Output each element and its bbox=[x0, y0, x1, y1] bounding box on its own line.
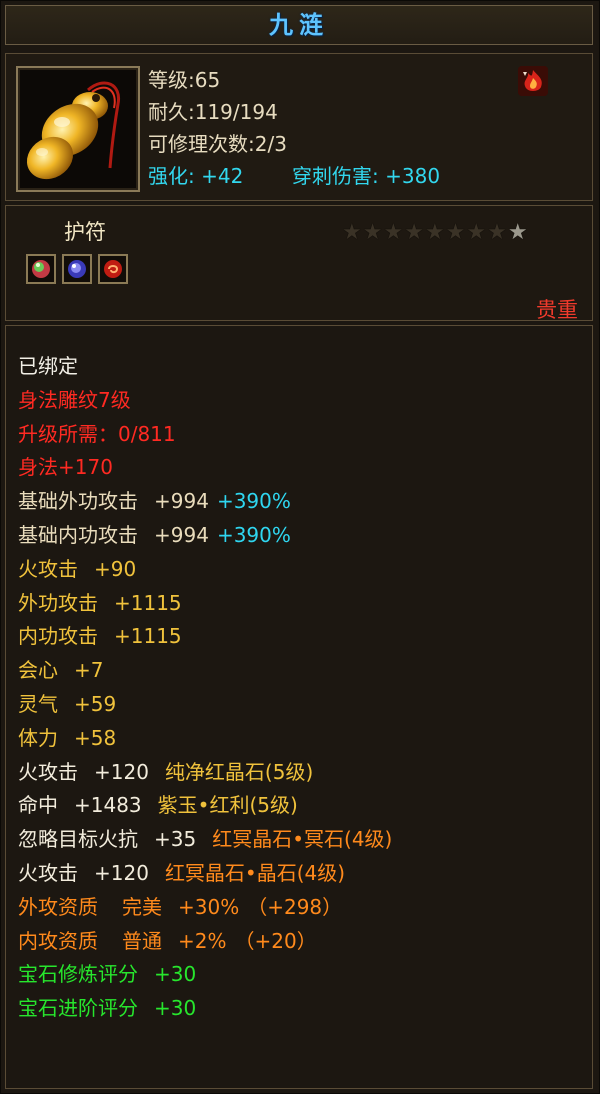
repair-count-text: 可修理次数:2/3 bbox=[148, 132, 287, 156]
star-icon: ★ bbox=[487, 220, 507, 245]
pierce-value: +380 bbox=[385, 164, 441, 188]
item-type-row: 护符 ★ ★ ★ ★ ★ ★ ★ ★ ★ 贵重 bbox=[5, 205, 593, 322]
bound-status: 已绑定 bbox=[18, 354, 78, 378]
external-attack: 外功攻击 +1115 bbox=[18, 590, 182, 615]
enhance-row: 强化: +42 穿刺伤害: +380 bbox=[148, 160, 440, 192]
item-stats: 等级:65 耐久:119/194 可修理次数:2/3 强化: +42 穿刺伤害:… bbox=[148, 64, 440, 192]
upgrade-requirement: 升级所需：0/811 bbox=[18, 421, 176, 446]
item-type: 护符 bbox=[64, 220, 106, 244]
strengthen-label: 强化: bbox=[148, 164, 195, 188]
item-name: 九涟 bbox=[269, 11, 329, 39]
title-bar: 九涟 bbox=[5, 5, 593, 45]
star-icon: ★ bbox=[424, 220, 445, 245]
gem-slots bbox=[26, 254, 128, 284]
star-icon: ★ bbox=[362, 220, 383, 245]
rarity-label: 贵重 bbox=[536, 298, 578, 322]
gem-refine-score: 宝石修炼评分 +30 bbox=[18, 962, 197, 987]
base-external-attack: 基础外功攻击 +994 +390% bbox=[18, 489, 291, 514]
critical: 会心 +7 bbox=[18, 658, 104, 683]
gem-bonus-1: 火攻击 +120 纯净红晶石(5级) bbox=[18, 759, 314, 784]
blue-gem-icon[interactable] bbox=[62, 254, 92, 284]
stamina: 体力 +58 bbox=[18, 725, 117, 750]
internal-attack: 内功攻击 +1115 bbox=[18, 624, 182, 649]
fire-attack: 火攻击 +90 bbox=[18, 556, 137, 581]
red-gem-icon[interactable] bbox=[98, 254, 128, 284]
star-icon: ★ bbox=[383, 220, 404, 245]
external-aptitude: 外攻资质 完美 +30% （+298） bbox=[18, 894, 343, 919]
gem-bonus-3: 忽略目标火抗 +35 红冥晶石•冥石(4级) bbox=[18, 827, 393, 852]
internal-aptitude: 内攻资质 普通 +2% （+20） bbox=[18, 928, 317, 953]
gem-bonus-2: 命中 +1483 紫玉•红利(5级) bbox=[18, 793, 298, 818]
gem-advance-score: 宝石进阶评分 +30 bbox=[18, 996, 197, 1021]
star-icon: ★ bbox=[342, 220, 362, 245]
agility-bonus: 身法+170 bbox=[18, 455, 113, 480]
durability-text: 耐久:119/194 bbox=[148, 100, 278, 124]
base-internal-attack: 基础内功攻击 +994 +390% bbox=[18, 522, 291, 547]
pierce-label: 穿刺伤害: bbox=[292, 164, 379, 188]
star-icon: ★ bbox=[404, 220, 424, 245]
spirit: 灵气 +59 bbox=[18, 691, 117, 716]
jade-gourd-amulet-icon bbox=[16, 66, 140, 192]
engrave-level: 身法雕纹7级 bbox=[18, 387, 131, 412]
star-icon: ★ bbox=[507, 220, 528, 245]
gem-bonus-4: 火攻击 +120 红冥晶石•晶石(4级) bbox=[18, 860, 346, 885]
star-icon: ★ bbox=[466, 220, 487, 245]
strengthen-value: +42 bbox=[201, 164, 244, 188]
star-rating: ★ ★ ★ ★ ★ ★ ★ ★ ★ bbox=[342, 222, 528, 244]
flame-badge-icon bbox=[518, 66, 548, 96]
attribute-panel: 已绑定 身法雕纹7级 升级所需：0/811 身法+170 基础外功攻击 +994 +… bbox=[5, 325, 593, 1089]
green-gem-icon[interactable] bbox=[26, 254, 56, 284]
item-header: 等级:65 耐久:119/194 可修理次数:2/3 强化: +42 穿刺伤害:… bbox=[5, 53, 593, 201]
star-icon: ★ bbox=[445, 220, 466, 245]
item-tooltip: 九涟 等级:65 耐久:119/194 可修理次数:2/3 强化: +42 穿刺… bbox=[0, 0, 600, 1094]
level-text: 等级:65 bbox=[148, 68, 221, 92]
